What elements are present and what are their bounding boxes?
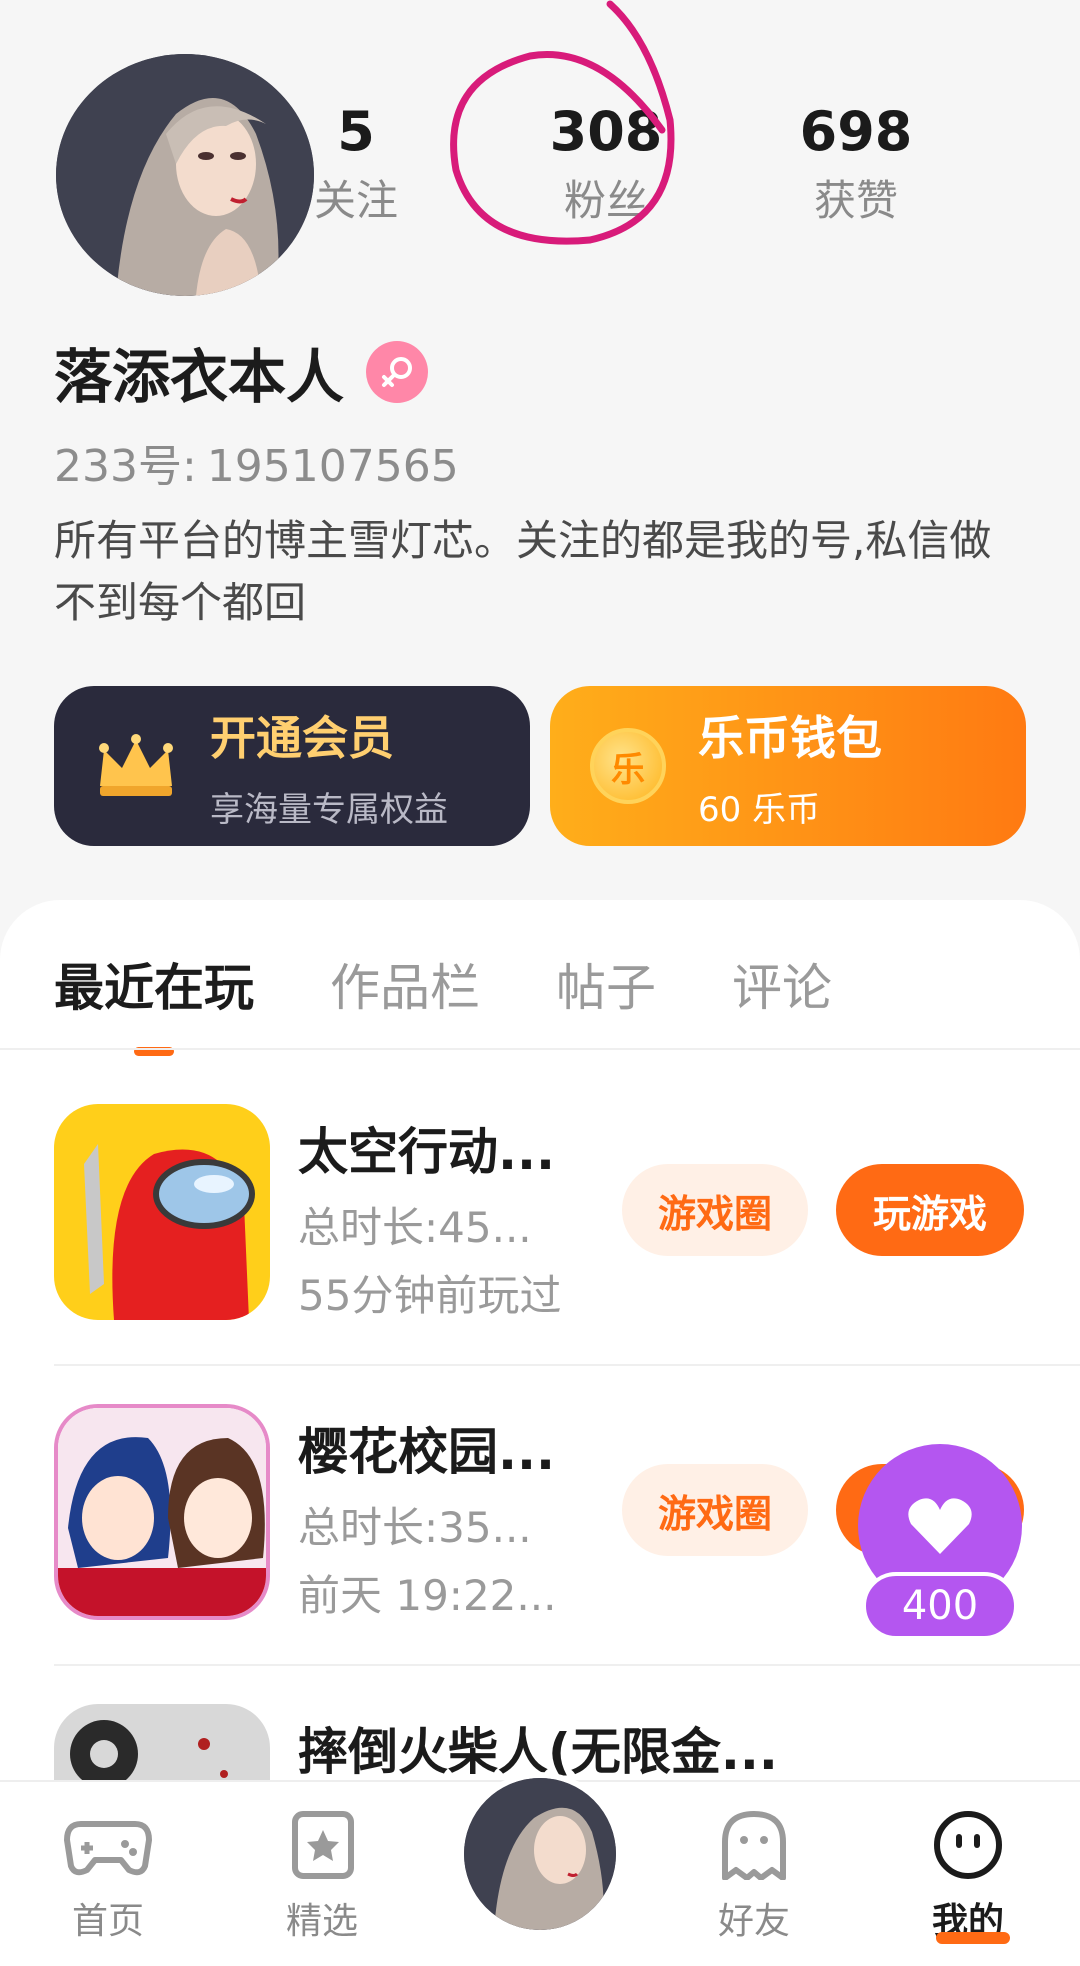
account-id-label: 233号: (54, 441, 197, 492)
row-divider (54, 1664, 1080, 1666)
game-duration: 总时长:45... (298, 1203, 532, 1252)
game-icon-among-us (54, 1104, 270, 1320)
tab-comments[interactable]: 评论 (732, 948, 832, 1020)
following-count: 5 (337, 100, 375, 163)
account-id-row[interactable]: 233号: 195107565 (54, 430, 459, 494)
game-title: 太空行动... (298, 1123, 555, 1181)
heart-icon (908, 1498, 972, 1554)
game-circle-button[interactable]: 游戏圈 (622, 1164, 808, 1256)
crown-icon (99, 734, 173, 796)
tab-divider (0, 1048, 1080, 1050)
wallet-balance: 60 乐币 (698, 789, 821, 830)
vip-subtitle: 享海量专属权益 (210, 789, 448, 830)
nav-friends[interactable]: 好友 (684, 1810, 824, 1944)
coin-icon: 乐 (590, 728, 666, 804)
tab-recent[interactable]: 最近在玩 (54, 948, 254, 1020)
likes-count: 698 (799, 100, 913, 163)
wallet-card[interactable]: 乐 乐币钱包 60 乐币 (550, 686, 1026, 846)
game-icon-sakura-school (54, 1404, 270, 1620)
floating-like-count: 400 (862, 1572, 1018, 1640)
game-last-played: 前天 19:22... (298, 1571, 557, 1620)
game-duration: 总时长:35... (298, 1503, 532, 1552)
vip-title: 开通会员 (210, 710, 394, 765)
username: 落添衣本人 (54, 343, 345, 411)
play-game-button[interactable]: 玩游戏 (836, 1164, 1024, 1256)
active-tab-indicator (936, 1932, 1010, 1944)
face-icon (934, 1811, 1002, 1879)
nav-label: 首页 (71, 1901, 144, 1942)
stat-following[interactable]: 5 关注 (246, 100, 466, 228)
star-icon (292, 1811, 354, 1879)
account-id-value: 195107565 (206, 441, 459, 492)
nav-label: 精选 (285, 1901, 358, 1942)
nav-center-avatar[interactable] (458, 1772, 622, 1936)
following-label: 关注 (313, 175, 398, 225)
row-divider (54, 1364, 1080, 1366)
gamepad-icon (64, 1821, 152, 1876)
ghost-icon (722, 1811, 786, 1881)
nav-me[interactable]: 我的 (898, 1810, 1038, 1944)
fans-label: 粉丝 (563, 175, 648, 225)
game-row[interactable]: 太空行动... 总时长:45... 55分钟前玩过 游戏圈 玩游戏 (54, 1104, 1080, 1404)
nav-home[interactable]: 首页 (38, 1810, 178, 1944)
wallet-title: 乐币钱包 (698, 710, 882, 765)
tab-works[interactable]: 作品栏 (330, 948, 480, 1020)
likes-label: 获赞 (813, 175, 898, 225)
nav-featured[interactable]: 精选 (252, 1810, 392, 1944)
stat-likes[interactable]: 698 获赞 (746, 100, 966, 228)
game-circle-button[interactable]: 游戏圈 (622, 1464, 808, 1556)
profile-bio: 所有平台的博主雪灯芯。关注的都是我的号,私信做不到每个都回 (54, 516, 992, 627)
tab-posts[interactable]: 帖子 (556, 948, 656, 1020)
fans-count: 308 (549, 100, 663, 163)
female-icon (366, 341, 429, 403)
stat-fans[interactable]: 308 粉丝 (496, 100, 716, 228)
game-last-played: 55分钟前玩过 (298, 1271, 562, 1320)
game-title: 樱花校园... (298, 1423, 555, 1481)
nav-label: 好友 (717, 1901, 790, 1942)
vip-card[interactable]: 开通会员 享海量专属权益 (54, 686, 530, 846)
